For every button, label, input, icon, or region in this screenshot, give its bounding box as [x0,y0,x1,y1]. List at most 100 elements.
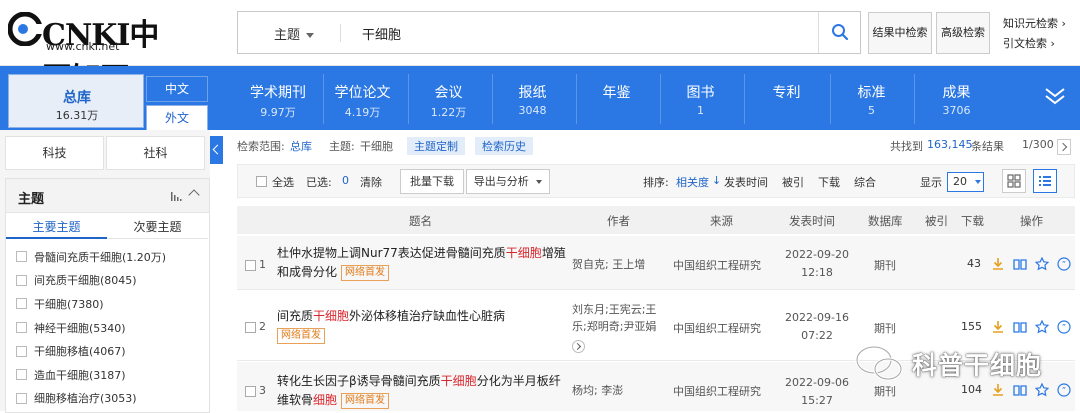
tab-foreign[interactable]: 外文 [146,105,208,131]
checkbox[interactable] [16,322,27,334]
row-authors[interactable]: 贺自克; 王上增 [572,256,660,273]
row-title-link[interactable]: 转化生长因子β诱导骨髓间充质干细胞分化为半月板纤维软骨细胞 网络首发 [277,372,567,410]
wechat-watermark: 科普干细胞 [850,340,1070,388]
expand-authors-chevron-icon[interactable] [572,340,585,353]
read-online-icon[interactable] [1013,320,1027,334]
tab-social-science[interactable]: 社科 [106,136,205,170]
download-icon[interactable] [991,257,1005,271]
download-icon[interactable] [991,320,1005,334]
topic-label: 细胞移植治疗(3053) [34,392,137,406]
row-checkbox[interactable] [245,322,256,333]
row-source[interactable]: 中国组织工程研究 [673,257,761,273]
search-in-results-button[interactable]: 结果中检索 [868,12,932,54]
next-page-button[interactable] [1057,139,1071,155]
grid-view-icon [1007,174,1021,188]
grid-view-button[interactable] [1002,169,1026,193]
facet-header[interactable]: 主题 [6,179,209,213]
sort-overall[interactable]: 综合 [854,174,876,190]
tab-total-library[interactable]: 总库 16.31万 [8,74,144,128]
cnki-logo[interactable]: CNKI中国知网 www.cnki.net [8,10,178,97]
search-field-select[interactable]: 主题 [274,24,314,43]
topic-item[interactable]: 干细胞移植(4067) [16,339,206,363]
export-analysis-button[interactable]: 导出与分析 [466,169,550,194]
nav-achievements[interactable]: 成果 3706 [914,74,998,124]
batch-download-button[interactable]: 批量下载 [400,169,464,194]
search-history-button[interactable]: 检索历史 [475,137,533,155]
checkbox[interactable] [16,274,27,286]
checkbox[interactable] [16,298,27,310]
nav-books[interactable]: 图书 1 [660,74,740,124]
sort-relevance[interactable]: 相关度 [676,174,709,190]
nav-yearbooks[interactable]: 年鉴 [576,74,656,124]
favorite-star-icon[interactable] [1035,320,1049,334]
row-title-link[interactable]: 杜仲水提物上调Nur77表达促进骨髓间充质干细胞增殖和成骨分化 网络首发 [277,244,567,282]
nav-standards[interactable]: 标准 5 [830,74,912,124]
topic-item[interactable]: 间充质干细胞(8045) [16,269,206,293]
collapse-sidebar-button[interactable] [210,136,223,164]
checkbox[interactable] [16,369,27,381]
nav-journals[interactable]: 学术期刊 9.97万 [242,74,314,124]
sort-download[interactable]: 下载 [818,174,840,190]
row-source[interactable]: 中国组织工程研究 [673,320,761,336]
tab-science[interactable]: 科技 [5,136,104,170]
topic-custom-button[interactable]: 主题定制 [407,137,465,155]
row-authors[interactable]: 杨均; 李澎 [572,382,660,399]
row-checkbox[interactable] [245,260,256,271]
sidebar: 科技 社科 主题 主要主题 次要主题 骨髓间充质干细胞(1.20万) 间充质干细… [0,130,210,413]
expand-nav-chevron-down-icon[interactable] [1044,86,1066,106]
nav-conferences[interactable]: 会议 1.22万 [408,74,488,124]
sort-label: 排序: [643,176,669,189]
list-view-icon [1039,176,1051,186]
row-title-link[interactable]: 间充质干细胞外泌体移植治疗缺血性心脏病 网络首发 [277,307,567,345]
row-checkbox[interactable] [245,386,256,397]
chevron-up-icon[interactable] [188,189,200,201]
citation-search-link[interactable]: 引文检索 › [1003,35,1055,51]
tab-main-topic[interactable]: 主要主题 [6,215,107,239]
nav-count: 9.97万 [260,106,296,119]
nav-dissertations[interactable]: 学位论文 4.19万 [323,74,401,124]
row-downloads: 43 [967,257,981,270]
select-all-label[interactable]: 全选 [272,174,294,190]
checkbox[interactable] [16,345,27,357]
topic-item[interactable]: 细胞移植治疗(3053) [16,387,206,411]
row-authors[interactable]: 刘东月;王宪云;王乐;郑明奇;尹亚娟 [572,301,660,335]
cnki-logo-mark [8,12,46,46]
row-date: 2022-09-16 07:22 [777,309,857,345]
col-downloads: 下载 [961,214,984,228]
search-button[interactable] [818,12,860,53]
cite-quote-icon[interactable]: ” [1057,257,1071,271]
page-size-select[interactable]: 20 [947,172,984,192]
tab-secondary-topic[interactable]: 次要主题 [107,215,208,239]
knowledge-search-link[interactable]: 知识元检索 › [1003,15,1066,31]
topic-label: 干细胞(7380) [34,297,104,311]
checkbox[interactable] [16,392,27,404]
cite-quote-icon[interactable]: ” [1057,320,1071,334]
nav-newspapers[interactable]: 报纸 3048 [492,74,572,124]
list-view-button[interactable] [1033,169,1057,193]
checkbox[interactable] [16,251,27,263]
row-source[interactable]: 中国组织工程研究 [673,383,761,399]
search-divider [340,24,341,42]
tab-chinese[interactable]: 中文 [146,76,208,102]
topic-item[interactable]: 干细胞(7380) [16,292,206,316]
col-cited: 被引 [925,214,948,228]
topic-item[interactable]: 神经干细胞(5340) [16,316,206,340]
nav-label: 年鉴 [602,85,631,101]
date-day: 2022-09-16 [785,311,849,324]
select-all-checkbox[interactable] [256,176,267,187]
discipline-tabs: 科技 社科 [5,136,205,170]
col-database: 数据库 [868,214,903,228]
topic-facet: 主题 主要主题 次要主题 骨髓间充质干细胞(1.20万) 间充质干细胞(8045… [5,178,210,413]
topic-item[interactable]: 骨髓间充质干细胞(1.20万) [16,245,206,269]
advanced-search-button[interactable]: 高级检索 [936,12,990,54]
read-online-icon[interactable] [1013,257,1027,271]
favorite-star-icon[interactable] [1035,257,1049,271]
topic-item[interactable]: 造血干细胞(3187) [16,363,206,387]
bar-chart-icon[interactable] [170,190,182,202]
search-input[interactable]: 干细胞 [362,24,401,43]
clear-button[interactable]: 清除 [360,174,382,190]
nav-patents[interactable]: 专利 [744,74,828,124]
sort-cited[interactable]: 被引 [782,174,804,190]
found-count: 163,145 [927,138,973,151]
sort-date[interactable]: 发表时间 [724,174,768,190]
